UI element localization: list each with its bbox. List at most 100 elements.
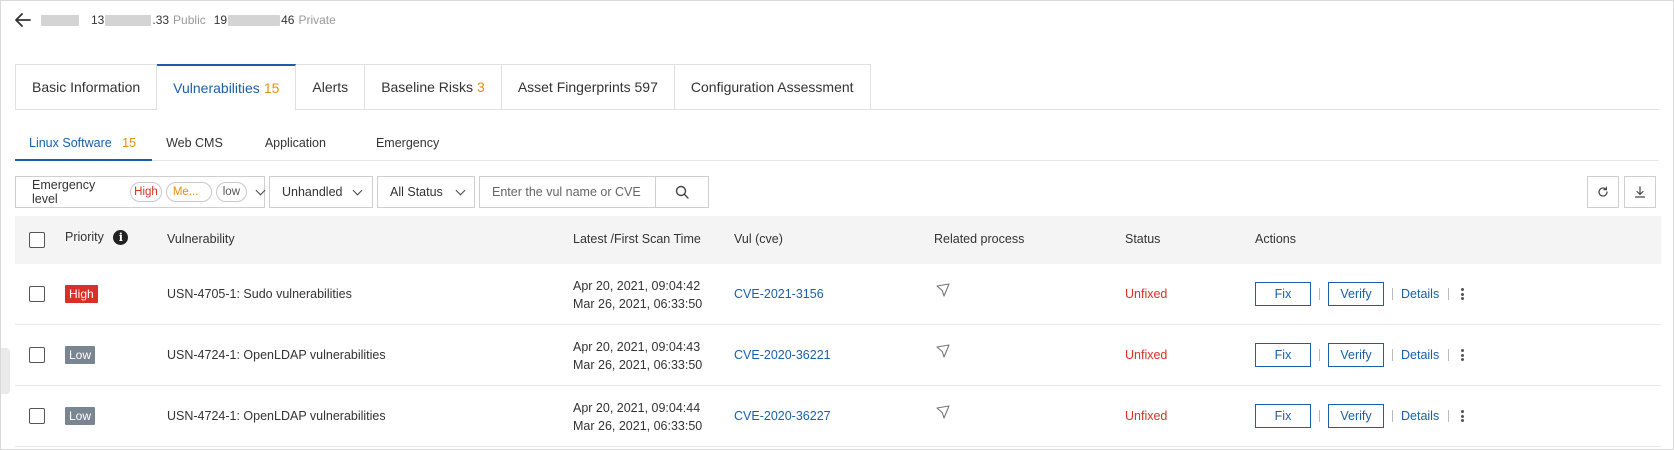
row-checkbox[interactable] <box>29 286 45 302</box>
more-icon[interactable] <box>1461 410 1465 422</box>
chip-low[interactable]: low <box>215 182 248 202</box>
header-cve: Vul (cve) <box>734 232 783 246</box>
private-ip-suffix: 46 <box>281 13 295 27</box>
download-icon <box>1634 186 1646 198</box>
first-scan-time: Mar 26, 2021, 06:33:50 <box>573 358 703 372</box>
header-priority-label: Priority <box>65 230 104 244</box>
fix-button[interactable]: Fix <box>1255 343 1311 367</box>
chevron-down-icon <box>455 185 466 195</box>
row-actions: Fix Verify Details <box>1255 343 1465 367</box>
more-icon[interactable] <box>1461 349 1465 361</box>
divider <box>1392 288 1393 300</box>
side-collapse-handle[interactable] <box>1 348 10 394</box>
fix-button[interactable]: Fix <box>1255 282 1311 306</box>
row-checkbox[interactable] <box>29 347 45 363</box>
cve-link[interactable]: CVE-2020-36221 <box>734 348 831 362</box>
select-all-checkbox[interactable] <box>29 232 45 248</box>
subtab-web-cms[interactable]: Web CMS <box>152 131 253 161</box>
refresh-icon <box>1598 186 1608 197</box>
tab-basic-information[interactable]: Basic Information <box>15 64 158 110</box>
header-priority: Priority i <box>65 230 129 246</box>
back-button[interactable] <box>13 10 33 30</box>
subtab-linux-software[interactable]: Linux Software 15 <box>15 131 153 161</box>
scan-times: Apr 20, 2021, 09:04:44 Mar 26, 2021, 06:… <box>573 399 702 435</box>
process-arrow-icon <box>936 283 950 297</box>
vulnerability-table: Priority i Vulnerability Latest /First S… <box>15 216 1661 447</box>
download-button[interactable] <box>1624 176 1656 208</box>
status-text: Unfixed <box>1125 409 1168 423</box>
row-checkbox[interactable] <box>29 408 45 424</box>
subtab-emergency[interactable]: Emergency <box>364 131 453 161</box>
related-process-button[interactable] <box>936 283 950 300</box>
refresh-button[interactable] <box>1587 176 1619 208</box>
info-icon[interactable]: i <box>113 230 129 246</box>
main-tabs: Basic Information Vulnerabilities 15 Ale… <box>15 64 1659 111</box>
public-ip-prefix: 13 <box>91 13 105 27</box>
verify-button[interactable]: Verify <box>1328 404 1384 428</box>
header-vulnerability: Vulnerability <box>167 232 235 246</box>
search-button[interactable] <box>655 177 708 207</box>
private-tag: Private <box>298 13 336 27</box>
status-select[interactable]: All Status <box>377 176 475 208</box>
priority-badge: Low <box>65 346 96 364</box>
tab-baseline-risks[interactable]: Baseline Risks 3 <box>365 64 502 110</box>
emergency-level-select[interactable]: Emergency level High Me... low <box>15 176 266 208</box>
blurred-hostname <box>41 14 79 26</box>
emergency-level-label: Emergency level <box>32 178 96 206</box>
subtab-application[interactable]: Application <box>253 131 364 161</box>
search-box <box>479 176 709 208</box>
status-value: All Status <box>390 185 443 199</box>
vulnerability-name: USN-4705-1: Sudo vulnerabilities <box>167 287 352 301</box>
priority-badge: Low <box>65 407 96 425</box>
blurred-ip-part <box>105 14 152 26</box>
table-row: Low USN-4724-1: OpenLDAP vulnerabilities… <box>15 325 1661 386</box>
details-link[interactable]: Details <box>1401 287 1439 301</box>
related-process-button[interactable] <box>936 344 950 361</box>
priority-cell: Low <box>65 407 96 425</box>
back-arrow-icon <box>15 13 31 27</box>
page: 13 .33 Public 19 46 Private Basic Inform… <box>0 0 1674 450</box>
related-process-button[interactable] <box>936 405 950 422</box>
handled-select[interactable]: Unhandled <box>269 176 373 208</box>
chip-medium[interactable]: Me... <box>165 182 212 202</box>
header-scan-time: Latest /First Scan Time <box>573 232 701 246</box>
details-link[interactable]: Details <box>1401 409 1439 423</box>
header-status: Status <box>1125 232 1161 246</box>
handled-value: Unhandled <box>282 185 343 199</box>
cve-link[interactable]: CVE-2021-3156 <box>734 287 824 301</box>
first-scan-time: Mar 26, 2021, 06:33:50 <box>573 419 703 433</box>
tab-asset-fingerprints[interactable]: Asset Fingerprints 597 <box>501 64 675 110</box>
chip-high[interactable]: High <box>130 182 162 202</box>
tab-label: Configuration Assessment <box>690 79 854 95</box>
search-input[interactable] <box>480 177 655 207</box>
details-link[interactable]: Details <box>1401 348 1439 362</box>
table-row: High USN-4705-1: Sudo vulnerabilities Ap… <box>15 264 1661 325</box>
tab-vulnerabilities[interactable]: Vulnerabilities 15 <box>157 64 297 111</box>
blurred-ip-part <box>228 14 281 26</box>
chevron-down-icon <box>353 185 363 195</box>
divider <box>1319 288 1320 300</box>
table-row: Low USN-4724-1: OpenLDAP vulnerabilities… <box>15 386 1661 447</box>
divider <box>1448 349 1450 361</box>
public-tag: Public <box>173 13 206 27</box>
tab-alerts[interactable]: Alerts <box>296 64 366 110</box>
tab-configuration-assessment[interactable]: Configuration Assessment <box>674 64 871 110</box>
search-icon <box>675 185 689 199</box>
tab-label: Basic Information <box>32 79 141 95</box>
process-arrow-icon <box>936 405 950 419</box>
filter-bar: Emergency level High Me... low Unhandled… <box>15 176 709 208</box>
tab-label: Asset Fingerprints 597 <box>517 79 658 95</box>
header: 13 .33 Public 19 46 Private <box>13 9 344 31</box>
tab-label: Alerts <box>312 79 349 95</box>
more-icon[interactable] <box>1461 288 1465 300</box>
verify-button[interactable]: Verify <box>1328 343 1384 367</box>
tab-count: 15 <box>263 80 280 96</box>
verify-button[interactable]: Verify <box>1328 282 1384 306</box>
first-scan-time: Mar 26, 2021, 06:33:50 <box>573 297 703 311</box>
latest-scan-time: Apr 20, 2021, 09:04:42 <box>573 279 701 293</box>
cve-link[interactable]: CVE-2020-36227 <box>734 409 831 423</box>
table-header: Priority i Vulnerability Latest /First S… <box>15 216 1661 264</box>
public-ip-suffix: .33 <box>152 13 170 27</box>
fix-button[interactable]: Fix <box>1255 404 1311 428</box>
scan-times: Apr 20, 2021, 09:04:42 Mar 26, 2021, 06:… <box>573 277 702 313</box>
